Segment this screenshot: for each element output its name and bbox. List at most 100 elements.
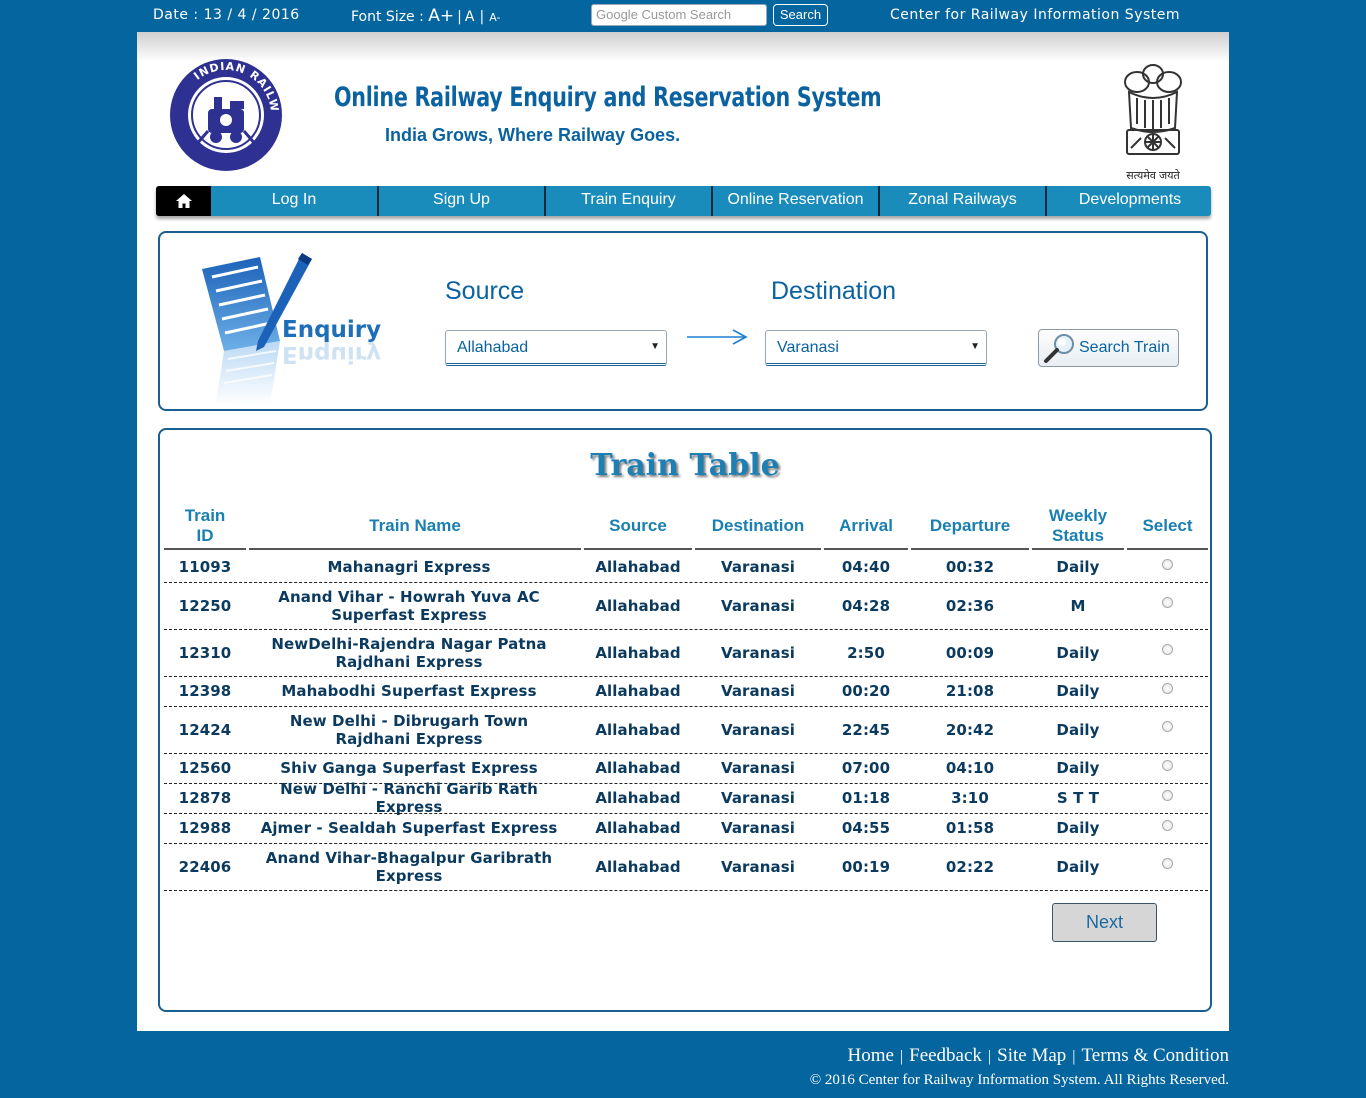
- cell-weekly-status: Daily: [1056, 558, 1100, 576]
- font-normal-button[interactable]: A: [465, 9, 475, 25]
- cell-destination: Varanasi: [720, 819, 796, 837]
- cell-train-id: 12988: [178, 819, 232, 837]
- nav-log-in[interactable]: Log In: [211, 186, 377, 216]
- copyright: © 2016 Center for Railway Information Sy…: [809, 1072, 1229, 1088]
- cell-train-name: Anand Vihar - Howrah Yuva AC Superfast E…: [278, 587, 540, 624]
- select-radio-cell: [1127, 626, 1208, 673]
- nav-train-enquiry[interactable]: Train Enquiry: [544, 186, 711, 216]
- cell-source: Allahabad: [595, 682, 681, 700]
- footer-link-home[interactable]: Home: [847, 1045, 893, 1066]
- header-train-id: Train ID: [164, 504, 246, 550]
- site-title: Online Railway Enquiry and Reservation S…: [334, 82, 882, 113]
- cell-train-name: NewDelhi-Rajendra Nagar Patna Rajdhani E…: [271, 634, 547, 671]
- select-radio-cell: [1127, 549, 1208, 579]
- select-radio[interactable]: [1162, 558, 1173, 570]
- select-radio[interactable]: [1162, 682, 1173, 694]
- cell-destination: Varanasi: [720, 596, 796, 615]
- cell-departure: 04:10: [945, 759, 995, 777]
- home-button[interactable]: [156, 186, 211, 216]
- cell-train-id: 12398: [178, 682, 232, 700]
- select-radio-cell: [1127, 703, 1208, 750]
- destination-label: Destination: [771, 277, 897, 305]
- cell-train-name: Mahabodhi Superfast Express: [281, 682, 537, 700]
- cell-departure: 02:36: [945, 596, 995, 615]
- cell-destination: Varanasi: [720, 682, 796, 700]
- cell-source: Allahabad: [595, 819, 681, 837]
- cell-arrival: 07:00: [841, 759, 891, 777]
- nav-online-reservation[interactable]: Online Reservation: [711, 186, 878, 216]
- enquiry-illustration-label: Enquiry: [282, 317, 381, 343]
- cell-train-name: Mahanagri Express: [327, 558, 491, 576]
- emblem-motto: सत्यमेव जयते: [1126, 170, 1180, 182]
- font-decrease-button[interactable]: A-: [489, 11, 500, 24]
- select-radio[interactable]: [1162, 819, 1173, 831]
- chevron-down-icon: ▼: [970, 341, 980, 352]
- current-date: Date : 13 / 4 / 2016: [153, 7, 300, 23]
- cell-weekly-status: M: [1070, 596, 1086, 615]
- cell-departure: 02:22: [945, 857, 995, 876]
- select-radio[interactable]: [1162, 644, 1173, 655]
- enquiry-panel: Enquiry Enquiry Source Destination Allah…: [158, 231, 1208, 411]
- nav-developments[interactable]: Developments: [1045, 186, 1213, 216]
- org-name: Center for Railway Information System: [890, 7, 1181, 23]
- nav-sign-up[interactable]: Sign Up: [377, 186, 544, 216]
- cell-source: Allahabad: [595, 558, 681, 576]
- cell-train-name: Anand Vihar-Bhagalpur Garibrath Express: [265, 848, 553, 885]
- google-search-button[interactable]: Search: [773, 4, 828, 26]
- top-bar: Date : 13 / 4 / 2016 Font Size : A+ | A | A-…: [0, 0, 1366, 32]
- select-radio-cell: [1127, 780, 1208, 810]
- row-divider: [164, 890, 1208, 891]
- cell-destination: Varanasi: [720, 558, 796, 576]
- magnifier-icon: [1044, 334, 1074, 363]
- nav-zonal-railways[interactable]: Zonal Railways: [878, 186, 1045, 216]
- home-icon: [175, 194, 192, 208]
- font-size-controls: Font Size : A+ | A | A-: [351, 6, 501, 26]
- cell-source: Allahabad: [595, 596, 681, 615]
- font-size-label: Font Size :: [351, 9, 424, 25]
- font-increase-button[interactable]: A+: [428, 6, 454, 26]
- cell-departure: 3:10: [951, 789, 989, 807]
- search-train-button[interactable]: Search Train: [1038, 329, 1179, 367]
- cell-weekly-status: Daily: [1056, 857, 1100, 876]
- site-tagline: India Grows, Where Railway Goes.: [385, 125, 681, 145]
- header-departure: Departure: [911, 504, 1029, 550]
- select-radio[interactable]: [1162, 858, 1173, 869]
- cell-departure: 01:58: [945, 819, 995, 837]
- cell-train-name: Shiv Ganga Superfast Express: [280, 759, 538, 777]
- cell-arrival: 2:50: [847, 643, 885, 662]
- select-radio[interactable]: [1162, 721, 1173, 732]
- next-button[interactable]: Next: [1052, 903, 1157, 942]
- select-radio[interactable]: [1162, 759, 1173, 771]
- cell-arrival: 22:45: [841, 720, 891, 739]
- cell-train-id: 12250: [178, 596, 232, 615]
- footer-link-terms[interactable]: Terms & Condition: [1081, 1045, 1229, 1066]
- select-radio-cell: [1127, 579, 1208, 626]
- select-radio[interactable]: [1162, 597, 1173, 608]
- cell-train-id: 22406: [178, 857, 232, 876]
- cell-train-id: 12424: [178, 720, 232, 739]
- cell-arrival: 00:20: [841, 682, 891, 700]
- cell-train-name: New Delhi - Ranchi Garib Rath Express: [280, 780, 538, 816]
- google-search-input[interactable]: Google Custom Search: [591, 4, 767, 26]
- national-emblem-icon: [1124, 64, 1182, 155]
- select-radio-cell: [1127, 810, 1208, 840]
- cell-departure: 20:42: [945, 720, 995, 739]
- header-select: Select: [1127, 504, 1208, 550]
- footer-link-site-map[interactable]: Site Map: [997, 1045, 1066, 1066]
- select-radio[interactable]: [1162, 789, 1173, 801]
- cell-train-id: 12560: [178, 759, 232, 777]
- destination-value: Varanasi: [777, 339, 839, 356]
- cell-arrival: 01:18: [841, 789, 891, 807]
- cell-weekly-status: Daily: [1056, 682, 1100, 700]
- cell-source: Allahabad: [595, 720, 681, 739]
- cell-departure: 00:09: [945, 643, 995, 662]
- cell-source: Allahabad: [595, 789, 681, 807]
- destination-select[interactable]: Varanasi ▼: [765, 330, 987, 366]
- cell-train-id: 11093: [178, 558, 232, 576]
- cell-weekly-status: Daily: [1056, 643, 1100, 662]
- source-select[interactable]: Allahabad ▼: [445, 330, 667, 366]
- train-table-panel: Train Table Train ID Train Name Source De…: [158, 428, 1212, 1012]
- cell-weekly-status: S T T: [1056, 789, 1100, 807]
- footer-link-feedback[interactable]: Feedback: [909, 1045, 982, 1066]
- cell-destination: Varanasi: [720, 857, 796, 876]
